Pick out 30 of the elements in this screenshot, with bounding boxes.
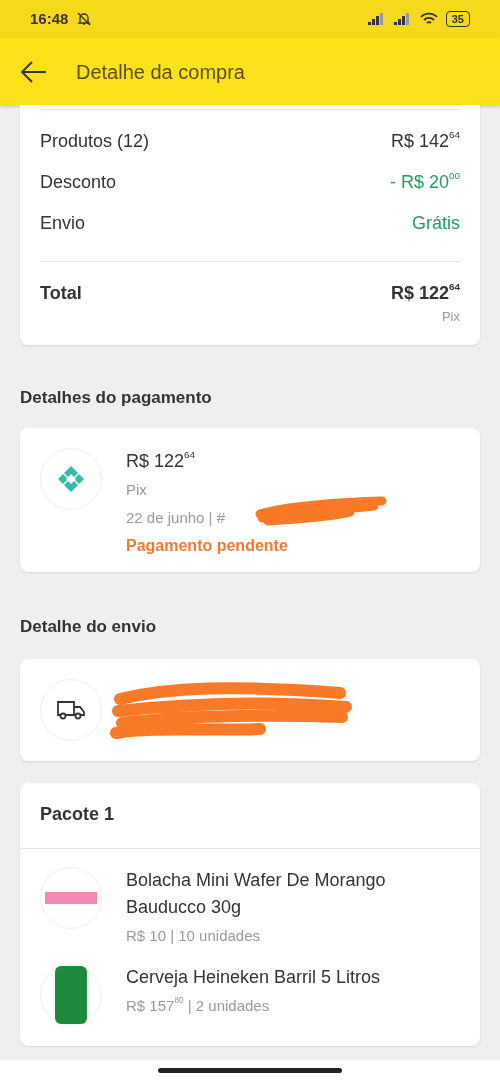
muted-bell-icon (76, 11, 93, 27)
signal-icon (367, 13, 386, 25)
payment-method: Pix (126, 480, 148, 500)
section-heading: Detalhes do pagamento (19, 386, 213, 409)
page-title: Detalhe da compra (76, 59, 245, 85)
package-title: Pacote 1 (39, 803, 116, 826)
section-heading: Detalhe do envio (19, 615, 158, 638)
summary-value: - R$ 20$^{00}$ (390, 169, 460, 194)
total-label: Total (40, 282, 82, 305)
product-photo (45, 892, 97, 904)
product-name: Cerveja Heineken Barril 5 Litros (126, 965, 381, 989)
back-arrow-icon[interactable] (20, 60, 48, 83)
product-name: Bolacha Mini Wafer De Morango Bauducco 30g (126, 869, 387, 919)
wifi-icon (419, 12, 438, 26)
summary-value: R$ 142$^{64}$ (390, 128, 460, 153)
summary-label: Envio (40, 212, 86, 235)
signal-icon (393, 13, 412, 25)
product-detail: R$ 157$^{80}$ | 2 unidades (126, 995, 271, 1016)
product-detail: R$ 10 | 10 unidades (126, 926, 261, 946)
summary-label: Desconto (40, 171, 117, 194)
summary-label: Produtos (12) (40, 130, 150, 153)
payment-status: Pagamento pendente (126, 535, 289, 556)
payment-method: Pix (441, 308, 460, 326)
total-value: R$ 122$^{64}$ (390, 280, 460, 305)
payment-date: 22 de junho | # (126, 508, 225, 526)
product-photo (55, 965, 87, 1024)
summary-value: Grátis (412, 212, 460, 235)
status-time: 16:48 (30, 8, 69, 29)
payment-amount: R$ 122$^{64}$ (126, 448, 197, 473)
battery-indicator: 35 (445, 11, 470, 27)
